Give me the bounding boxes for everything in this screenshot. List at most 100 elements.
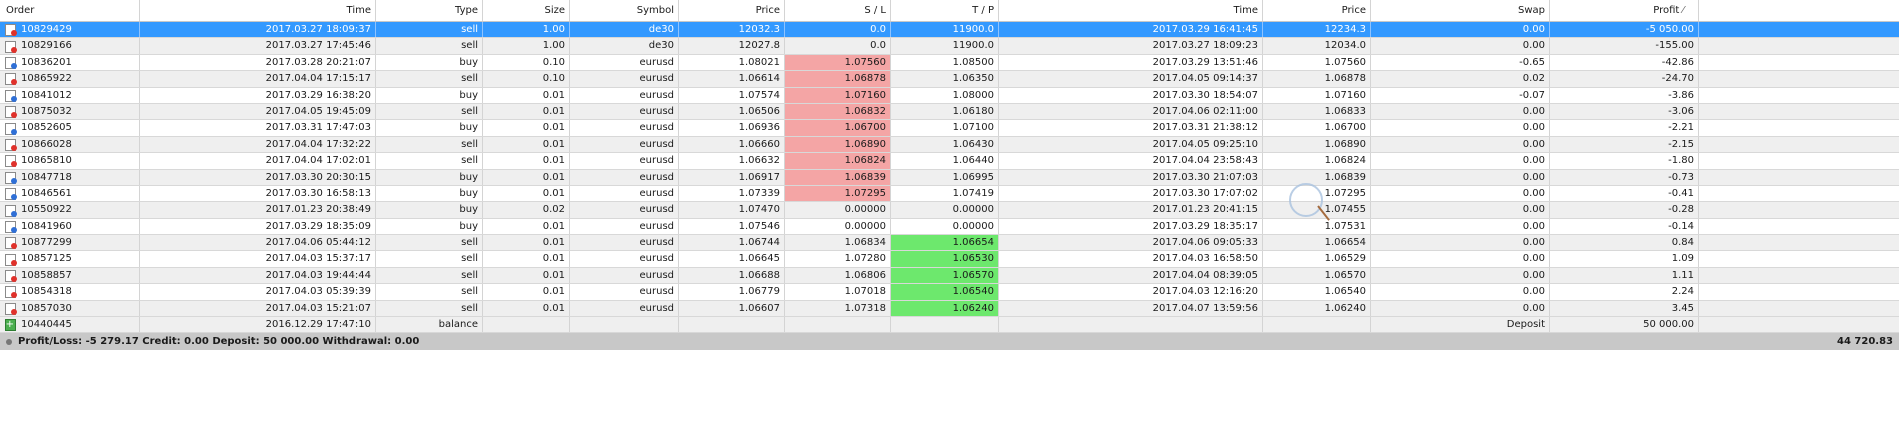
- order-number: 10857125: [21, 253, 72, 265]
- sell-order-icon: [5, 73, 17, 86]
- column-header-open-price[interactable]: Price: [679, 0, 785, 21]
- type-cell: buy: [376, 185, 483, 202]
- open-price-cell: 1.07339: [679, 185, 785, 202]
- sell-order-icon: [5, 106, 17, 119]
- profit-cell: 1.09: [1550, 251, 1699, 267]
- column-header-swap[interactable]: Swap: [1371, 0, 1550, 21]
- swap-cell: -0.07: [1371, 87, 1550, 103]
- order-number: 10877299: [21, 237, 72, 249]
- symbol-cell: eurusd: [570, 300, 679, 317]
- type-cell: sell: [376, 153, 483, 169]
- order-cell: 10846561: [0, 185, 140, 202]
- type-cell: sell: [376, 136, 483, 153]
- stop-loss-cell: 1.06890: [785, 136, 891, 153]
- history-row[interactable]: 10857030 2017.04.03 15:21:07 sell 0.01 eurus…: [0, 300, 1899, 318]
- order-cell: 10857030: [0, 300, 140, 317]
- swap-cell: 0.00: [1371, 38, 1550, 54]
- profit-cell: -5 050.00: [1550, 22, 1699, 38]
- size-cell: 0.01: [483, 136, 570, 153]
- type-cell: sell: [376, 71, 483, 87]
- order-number: 10858857: [21, 269, 72, 281]
- order-cell: 10858857: [0, 267, 140, 284]
- take-profit-cell: 1.07100: [891, 120, 999, 136]
- history-row[interactable]: 10852605 2017.03.31 17:47:03 buy 0.01 eurusd…: [0, 120, 1899, 137]
- open-price-cell: 1.06660: [679, 136, 785, 153]
- buy-order-icon: [5, 171, 17, 184]
- history-row[interactable]: 10877299 2017.04.06 05:44:12 sell 0.01 eurus…: [0, 235, 1899, 252]
- history-row[interactable]: 10829166 2017.03.27 17:45:46 sell 1.00 de30 1…: [0, 38, 1899, 55]
- size-cell: 0.01: [483, 103, 570, 120]
- history-row[interactable]: 10865922 2017.04.04 17:15:17 sell 0.10 eurus…: [0, 71, 1899, 88]
- close-time-cell: 2017.04.05 09:25:10: [999, 136, 1263, 153]
- history-row[interactable]: 10875032 2017.04.05 19:45:09 sell 0.01 eurus…: [0, 103, 1899, 121]
- close-time-cell: 2017.04.07 13:59:56: [999, 300, 1263, 317]
- column-header-close-price[interactable]: Price: [1263, 0, 1371, 21]
- deposit-label-cell: Deposit: [1371, 317, 1550, 333]
- size-cell: 0.01: [483, 235, 570, 251]
- summary-bullet-icon: [6, 338, 12, 345]
- open-time-cell: 2017.04.03 19:44:44: [140, 267, 376, 284]
- sell-order-icon: [5, 155, 17, 168]
- column-header-order[interactable]: Order: [0, 0, 140, 21]
- sl-cell: [785, 317, 891, 333]
- size-cell: 0.10: [483, 54, 570, 71]
- column-header-size[interactable]: Size: [483, 0, 570, 21]
- type-cell: buy: [376, 169, 483, 185]
- size-cell: 0.10: [483, 71, 570, 87]
- close-time-cell: 2017.04.05 09:14:37: [999, 71, 1263, 87]
- sort-descending-icon: ⁄: [1682, 5, 1684, 16]
- stop-loss-cell: 1.06832: [785, 103, 891, 120]
- column-header-symbol[interactable]: Symbol: [570, 0, 679, 21]
- column-header-stop-loss[interactable]: S / L: [785, 0, 891, 21]
- swap-cell: 0.00: [1371, 284, 1550, 300]
- close-time-cell: 2017.04.03 12:16:20: [999, 284, 1263, 300]
- history-row[interactable]: 10847718 2017.03.30 20:30:15 buy 0.01 eurusd…: [0, 169, 1899, 186]
- history-row[interactable]: 10550922 2017.01.23 20:38:49 buy 0.02 eurusd…: [0, 202, 1899, 219]
- stop-loss-cell: 0.0: [785, 22, 891, 38]
- profit-cell: -42.86: [1550, 54, 1699, 71]
- type-cell: buy: [376, 202, 483, 218]
- history-row[interactable]: 10854318 2017.04.03 05:39:39 sell 0.01 eurus…: [0, 284, 1899, 301]
- history-row[interactable]: 10846561 2017.03.30 16:58:13 buy 0.01 eurusd…: [0, 185, 1899, 203]
- stop-loss-cell: 1.06700: [785, 120, 891, 136]
- column-header-take-profit[interactable]: T / P: [891, 0, 999, 21]
- history-row[interactable]: 10858857 2017.04.03 19:44:44 sell 0.01 eurus…: [0, 267, 1899, 285]
- take-profit-cell: 1.07419: [891, 185, 999, 202]
- symbol-cell: eurusd: [570, 169, 679, 185]
- buy-order-icon: [5, 188, 17, 201]
- open-time-cell: 2017.04.03 15:37:17: [140, 251, 376, 267]
- size-cell: 0.02: [483, 202, 570, 218]
- history-row[interactable]: 10865810 2017.04.04 17:02:01 sell 0.01 eurus…: [0, 153, 1899, 170]
- open-time-cell: 2017.03.31 17:47:03: [140, 120, 376, 136]
- open-time-cell: 2017.01.23 20:38:49: [140, 202, 376, 218]
- history-row[interactable]: 10841960 2017.03.29 18:35:09 buy 0.01 eurusd…: [0, 218, 1899, 236]
- column-header-type[interactable]: Type: [376, 0, 483, 21]
- column-header-open-time[interactable]: Time: [140, 0, 376, 21]
- history-row[interactable]: 10857125 2017.04.03 15:37:17 sell 0.01 eurus…: [0, 251, 1899, 268]
- history-row[interactable]: 10841012 2017.03.29 16:38:20 buy 0.01 eurusd…: [0, 87, 1899, 104]
- column-header-profit[interactable]: Profit ⁄: [1550, 0, 1699, 21]
- profit-cell: -3.06: [1550, 103, 1699, 120]
- size-cell: 0.01: [483, 267, 570, 284]
- history-row[interactable]: 10866028 2017.04.04 17:32:22 sell 0.01 eurus…: [0, 136, 1899, 154]
- order-number: 10866028: [21, 138, 72, 150]
- stop-loss-cell: 1.07280: [785, 251, 891, 267]
- open-price-cell: 1.06917: [679, 169, 785, 185]
- order-cell: 10829429: [0, 22, 140, 38]
- symbol-cell: [570, 317, 679, 333]
- open-price-cell: 1.06614: [679, 71, 785, 87]
- balance-row[interactable]: 10440445 2016.12.29 17:47:10 balance Dep…: [0, 317, 1899, 334]
- column-header-close-time[interactable]: Time: [999, 0, 1263, 21]
- history-row[interactable]: 10836201 2017.03.28 20:21:07 buy 0.10 eurusd…: [0, 54, 1899, 72]
- order-number: 10865810: [21, 155, 72, 167]
- type-cell: sell: [376, 235, 483, 251]
- swap-cell: 0.00: [1371, 153, 1550, 169]
- close-price-cell: 1.06540: [1263, 284, 1371, 300]
- take-profit-cell: 1.06530: [891, 251, 999, 267]
- size-cell: 0.01: [483, 185, 570, 202]
- history-row[interactable]: 10829429 2017.03.27 18:09:37 sell 1.00 de30 1…: [0, 22, 1899, 39]
- stop-loss-cell: 1.06878: [785, 71, 891, 87]
- order-cell: 10866028: [0, 136, 140, 153]
- order-number: 10847718: [21, 171, 72, 183]
- type-cell: sell: [376, 22, 483, 38]
